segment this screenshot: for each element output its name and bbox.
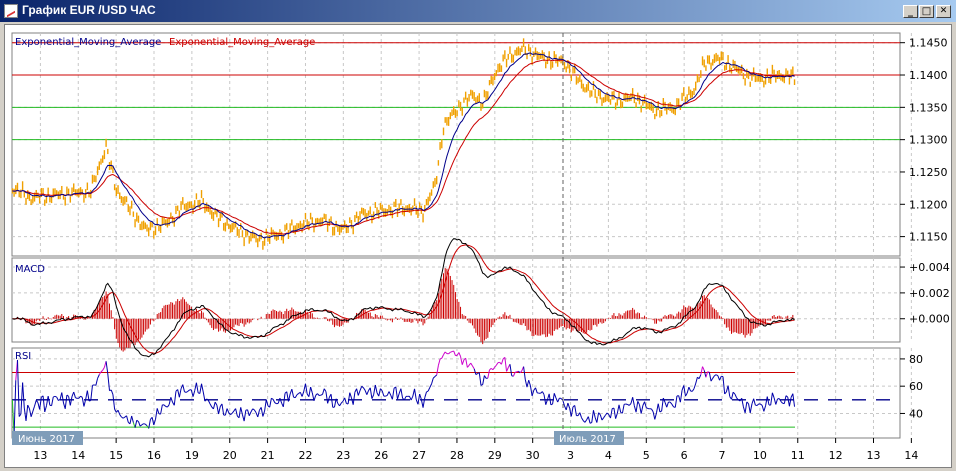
x-tick-label: 13 <box>866 449 880 462</box>
x-tick-label: 19 <box>185 449 199 462</box>
legend-ema-fast: Exponential_Moving_Average <box>15 37 161 48</box>
rsi-segment <box>589 422 592 424</box>
rsi-y-tick-label: 80 <box>909 353 923 366</box>
x-tick-label: 10 <box>753 449 767 462</box>
x-tick-label: 28 <box>450 449 464 462</box>
x-tick-label: 6 <box>681 449 688 462</box>
chart-canvas[interactable]: 1.1450 1.1400 1.1350 1.1300 1.1250 1.1200 1.11… <box>0 0 956 471</box>
rsi-label: RSI <box>15 351 31 362</box>
rsi-segment <box>550 403 553 406</box>
x-tick-label: 14 <box>904 449 918 462</box>
x-tick-label: 26 <box>374 449 388 462</box>
rsi-y-tick-label: 60 <box>909 380 923 393</box>
rsi-segment <box>450 351 453 353</box>
price-y-tick-label: 1.1150 <box>909 231 948 244</box>
legend-ema-slow: Exponential_Moving_Average <box>169 37 315 48</box>
macd-y-tick-label: +0.002 <box>909 287 950 300</box>
price-y-tick-label: 1.1400 <box>909 69 948 82</box>
macd-label: MACD <box>15 264 45 275</box>
x-tick-label: 16 <box>147 449 161 462</box>
x-tick-label: 3 <box>567 449 574 462</box>
x-tick-label: 23 <box>336 449 350 462</box>
price-y-tick-label: 1.1450 <box>909 37 948 50</box>
x-tick-label: 4 <box>605 449 612 462</box>
rsi-segment <box>439 357 442 360</box>
x-tick-label: 7 <box>719 449 726 462</box>
rsi-segment <box>75 397 78 399</box>
x-tick-label: 21 <box>261 449 275 462</box>
x-tick-label: 20 <box>223 449 237 462</box>
price-y-tick-label: 1.1200 <box>909 198 948 211</box>
rsi-segment <box>184 391 187 393</box>
x-tick-label: 29 <box>488 449 502 462</box>
price-y-tick-label: 1.1250 <box>909 166 948 179</box>
rsi-segment <box>53 395 56 398</box>
x-tick-label: 13 <box>33 449 47 462</box>
rsi-y-tick-label: 40 <box>909 407 923 420</box>
x-tick-label: 15 <box>109 449 123 462</box>
macd-y-tick-label: +0.004 <box>909 261 950 274</box>
x-tick-label: 30 <box>526 449 540 462</box>
month-label-june: Июнь 2017 <box>18 434 75 445</box>
x-tick-label: 11 <box>791 449 805 462</box>
x-tick-label: 12 <box>829 449 843 462</box>
x-tick-label: 14 <box>71 449 85 462</box>
price-y-tick-label: 1.1300 <box>909 134 948 147</box>
x-tick-label: 27 <box>412 449 426 462</box>
month-label-july: Июль 2017 <box>559 434 616 445</box>
x-tick-label: 5 <box>643 449 650 462</box>
x-tick-label: 22 <box>298 449 312 462</box>
price-y-tick-label: 1.1350 <box>909 101 948 114</box>
rsi-segment <box>707 371 710 373</box>
rsi-segment <box>385 395 388 397</box>
rsi-segment <box>514 371 517 373</box>
macd-y-tick-label: +0.000 <box>909 313 950 326</box>
